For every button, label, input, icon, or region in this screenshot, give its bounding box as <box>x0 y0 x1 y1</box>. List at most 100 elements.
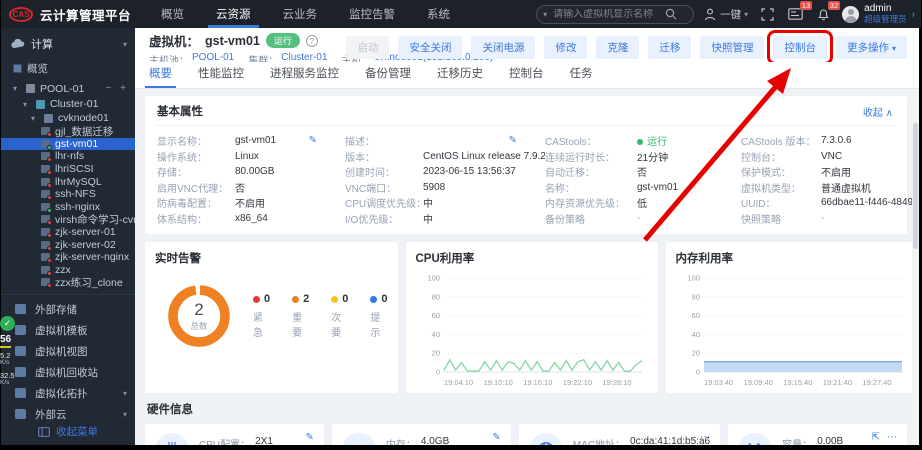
property-row: UUID： 66dbae11-f446-4849-b95d-7... <box>741 195 912 211</box>
one-key-action[interactable]: 一键 ▾ <box>704 7 748 22</box>
memory-card[interactable]: 内存：4.0GB 内存利用率：10.84% ✎ <box>331 424 511 445</box>
svg-text:100: 100 <box>427 274 440 283</box>
property-row: 快照策略 - <box>741 211 912 227</box>
vm-tree-item[interactable]: gst-vm01 <box>1 137 135 151</box>
task-center-button[interactable]: 13 <box>786 1 813 23</box>
sidebar-item-外部存储[interactable]: 外部存储 <box>1 299 135 320</box>
sidebar-item-overview[interactable]: 概览 <box>1 58 135 78</box>
vm-tree-item[interactable]: zjk-server-01 <box>1 226 135 239</box>
vm-tree-item[interactable]: zjk-server-nginx <box>1 251 135 264</box>
svg-text:19:04:10: 19:04:10 <box>444 378 473 387</box>
tree-node-pool[interactable]: ▾ POOL-01 − + <box>1 80 135 97</box>
scrollbar-thumb[interactable] <box>913 123 918 249</box>
vm-tree-item[interactable]: zjk-server-02 <box>1 238 135 251</box>
basic-column: 描述： ✎ 版本： CentOS Linux release 7.9.200... 创建… <box>345 133 545 226</box>
product-title: 云计算管理平台 <box>40 8 132 23</box>
vm-tree-item[interactable]: gjl_数据迁移 <box>1 125 135 138</box>
fullscreen-button[interactable] <box>758 5 776 23</box>
sidebar-item-虚拟机回收站[interactable]: 虚拟机回收站 <box>1 362 135 383</box>
task-count-badge: 13 <box>799 1 813 10</box>
property-label: 存储： <box>157 168 187 180</box>
vm-tree-item[interactable]: virsh命令学习-cvm环境 <box>1 213 135 226</box>
property-value: 否 <box>235 183 245 195</box>
property-value: - <box>637 212 641 224</box>
action-button-快照管理[interactable]: 快照管理 <box>700 36 765 59</box>
action-button-迁移[interactable]: 迁移 <box>648 36 692 59</box>
collapse-section-link[interactable]: 收起 ∧ <box>863 104 893 119</box>
alarm-notifications-button[interactable]: 32 <box>814 1 841 23</box>
vm-name-label: ssh-NFS <box>55 188 96 201</box>
vm-icon <box>41 190 52 201</box>
tab-备份管理[interactable]: 备份管理 <box>365 65 411 88</box>
menu-item-概览[interactable]: 概览 <box>145 0 200 28</box>
resource-tree-sidebar: 计算 ▾ 概览 ▾ POOL-01 − + ▾ Cluster-01 ▾ cvk… <box>1 28 135 445</box>
property-label: 名称： <box>545 183 575 195</box>
edit-pencil-icon[interactable]: ✎ <box>309 135 317 146</box>
property-row: 连续运行时长： 21分钟 <box>545 149 741 165</box>
sidebar-item-虚拟机模板[interactable]: 虚拟机模板 <box>1 320 135 341</box>
vm-tree-item[interactable]: ssh-NFS <box>1 188 135 201</box>
tab-进程服务监控[interactable]: 进程服务监控 <box>270 65 339 88</box>
collapse-menu-button[interactable]: 收起菜单 <box>1 424 135 439</box>
help-icon[interactable]: ? <box>305 34 318 47</box>
vm-search-box[interactable]: ▾ <box>536 4 695 24</box>
sidebar-item-外部云[interactable]: 外部云 ▾ <box>1 404 135 425</box>
sidebar-item-虚拟化拓扑[interactable]: 虚拟化拓扑 ▾ <box>1 383 135 404</box>
expand-caret-icon[interactable]: ▾ <box>13 84 21 93</box>
search-icon[interactable] <box>665 8 677 20</box>
compute-caret-icon[interactable]: ▾ <box>123 40 127 49</box>
vm-name-label: gjl_数据迁移 <box>55 125 114 138</box>
tree-node-host[interactable]: ▾ cvknode01 <box>1 111 135 125</box>
property-value: 80.00GB <box>235 166 275 178</box>
action-button-安全关闭[interactable]: 安全关闭 <box>398 36 463 59</box>
console-button[interactable]: 控制台 <box>767 30 833 65</box>
menu-item-云业务[interactable]: 云业务 <box>267 0 334 28</box>
eject-media-icon[interactable]: ⇱ <box>872 432 880 443</box>
search-scope-caret-icon[interactable]: ▾ <box>543 10 547 19</box>
cpu-card[interactable]: CPU配置：2X1 CPU利用率：4.36% ✎ <box>145 424 324 445</box>
vm-tree-item[interactable]: lhrMySQL <box>1 175 135 188</box>
network-card[interactable]: MAC地址：0c:da:41:1d:b5:a6 IPv4地址：192.168.0… <box>518 424 721 445</box>
memory-usage-chart: 0 20 40 60 80 100 19:03:40 19:09:40 19:15:40 19:2… <box>687 274 902 387</box>
vm-tree-item[interactable]: lhriSCSI <box>1 163 135 176</box>
vm-icon <box>41 253 52 264</box>
compute-section-header[interactable]: 计算 ▾ <box>1 28 135 58</box>
user-menu[interactable]: admin 超级管理员 › <box>842 4 915 24</box>
tab-性能监控[interactable]: 性能监控 <box>198 65 244 88</box>
menu-item-监控告警[interactable]: 监控告警 <box>333 0 411 28</box>
tree-zoom-controls[interactable]: − + <box>106 83 135 94</box>
tab-概要[interactable]: 概要 <box>145 65 176 88</box>
menu-item-云资源[interactable]: 云资源 <box>200 0 267 28</box>
expand-caret-icon[interactable]: ▾ <box>23 100 31 109</box>
action-button-修改[interactable]: 修改 <box>544 36 588 59</box>
edit-memory-icon[interactable]: ✎ <box>492 432 500 443</box>
tab-任务[interactable]: 任务 <box>570 65 593 88</box>
floppy-card[interactable]: 容量：0.00B 总线类型：FDC ⇱ ⋯ <box>728 424 907 445</box>
more-actions-icon[interactable]: ⋯ <box>887 432 897 443</box>
menu-item-系统[interactable]: 系统 <box>411 0 466 28</box>
sidebar-item-label: 虚拟化拓扑 <box>35 387 88 400</box>
search-input[interactable] <box>553 8 666 20</box>
action-button-关闭电源[interactable]: 关闭电源 <box>471 36 536 59</box>
tab-控制台[interactable]: 控制台 <box>509 65 544 88</box>
tree-node-cluster[interactable]: ▾ Cluster-01 <box>1 97 135 111</box>
edit-cpu-icon[interactable]: ✎ <box>306 432 314 443</box>
expand-caret-icon[interactable]: ▾ <box>123 410 135 419</box>
more-actions-icon[interactable]: ⋯ <box>700 432 710 443</box>
vm-tree-item[interactable]: lhr-nfs <box>1 150 135 163</box>
property-row: 描述： ✎ <box>345 133 545 149</box>
sidebar-item-虚拟机视图[interactable]: 虚拟机视图 <box>1 341 135 362</box>
content-scrollbar[interactable] <box>912 89 919 445</box>
property-row: CPU调度优先级：中 <box>345 195 545 211</box>
action-button-克隆[interactable]: 克隆 <box>596 36 640 59</box>
tab-迁移历史[interactable]: 迁移历史 <box>437 65 483 88</box>
vm-tree-item[interactable]: zzx练习_clone <box>1 276 135 289</box>
property-value: 中 <box>423 199 433 211</box>
expand-caret-icon[interactable]: ▾ <box>123 389 135 398</box>
property-label: 内存资源优先级： <box>545 199 625 211</box>
expand-caret-icon[interactable]: ▾ <box>31 114 39 123</box>
edit-pencil-icon[interactable]: ✎ <box>509 135 517 146</box>
property-label: 快照策略 <box>741 214 781 226</box>
action-button-更多操作[interactable]: 更多操作 ▾ <box>835 36 907 59</box>
property-row: 版本： CentOS Linux release 7.9.200... <box>345 149 545 165</box>
